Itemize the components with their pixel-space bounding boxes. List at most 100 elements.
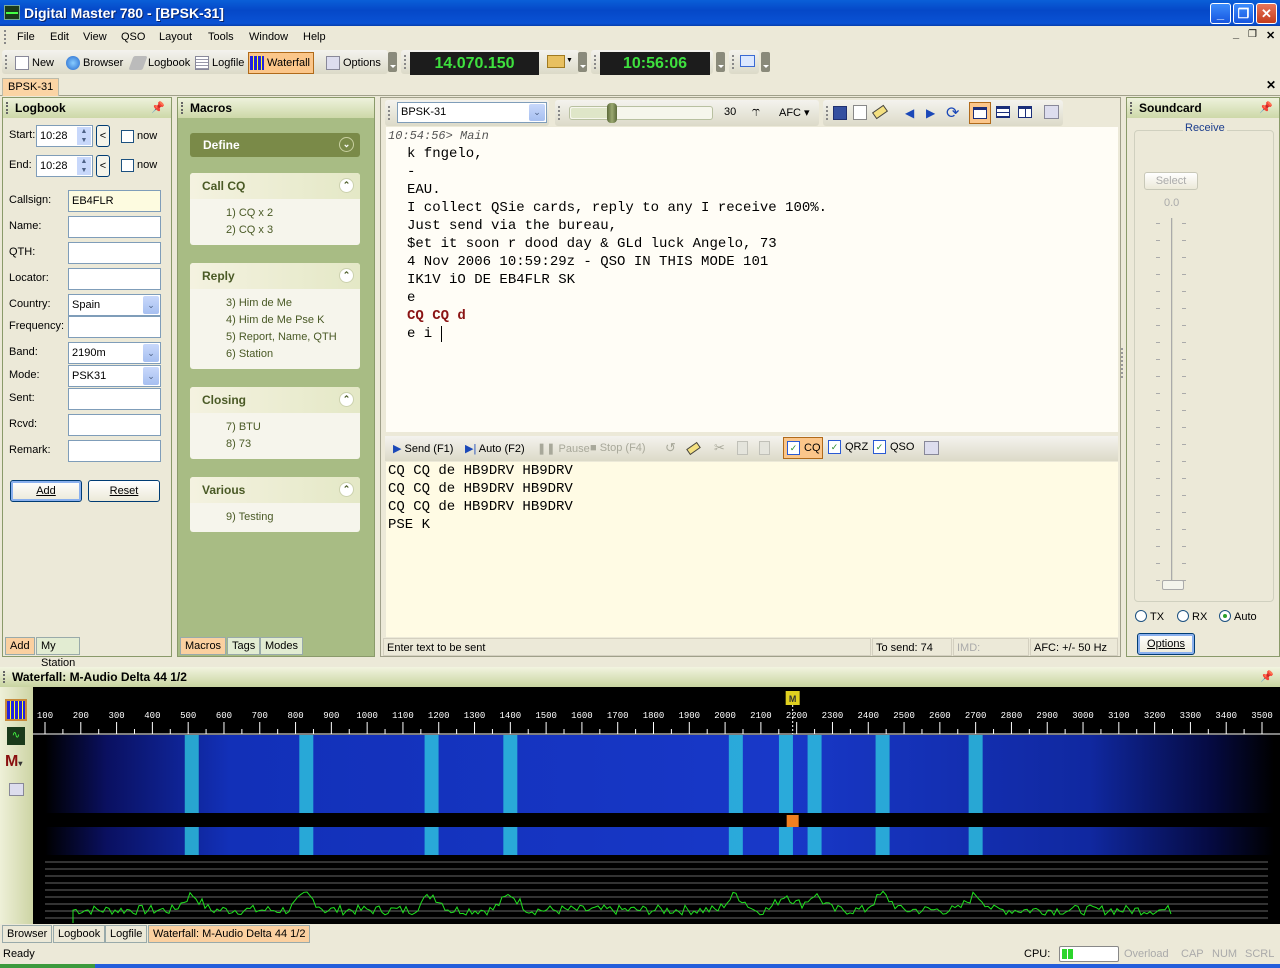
tab-add[interactable]: Add — [5, 637, 35, 655]
locator-field[interactable] — [68, 268, 161, 290]
start-set-button[interactable]: < — [96, 125, 110, 147]
squelch-thumb[interactable] — [607, 103, 617, 123]
browser-button[interactable]: Browser — [65, 54, 123, 72]
close-tab-icon[interactable]: ✕ — [1266, 78, 1276, 92]
toolbar-grip[interactable] — [732, 55, 735, 69]
save-icon[interactable] — [833, 106, 847, 120]
panel-grip[interactable] — [6, 102, 8, 114]
macro-item[interactable]: 9) Testing — [190, 509, 360, 526]
spectrum-view-icon[interactable]: ∿ — [7, 727, 25, 745]
restore-button[interactable]: ❐ — [1233, 3, 1254, 24]
panel-grip[interactable] — [181, 102, 183, 114]
next-icon[interactable]: ▶ — [926, 106, 935, 120]
band-select[interactable]: 2190m ⌄ — [68, 342, 161, 364]
marker-dropdown-icon[interactable]: M▾ — [5, 753, 22, 771]
collapse-icon[interactable]: ⌃ — [339, 268, 354, 283]
toolbar-overflow-button[interactable] — [388, 52, 397, 72]
menu-tools[interactable]: Tools — [208, 31, 234, 43]
expand-icon[interactable]: ⌄ — [339, 137, 354, 152]
refresh-icon[interactable]: ⟳ — [946, 103, 959, 123]
end-set-button[interactable]: < — [96, 155, 110, 177]
start-button[interactable] — [0, 964, 95, 968]
options-button[interactable]: Options — [325, 54, 381, 72]
level-slider-thumb[interactable] — [1162, 580, 1184, 590]
mdi-restore-button[interactable]: ❐ — [1248, 29, 1257, 40]
radio-auto[interactable]: Auto — [1219, 610, 1257, 623]
toolbar-overflow-button[interactable] — [578, 52, 587, 72]
logfile-button[interactable]: Logfile — [194, 54, 244, 72]
reset-button[interactable]: Reset — [88, 480, 160, 502]
waterfall-button[interactable]: Waterfall — [248, 52, 314, 74]
select-device-button[interactable]: Select — [1144, 172, 1198, 190]
copy-icon[interactable] — [737, 441, 748, 455]
spin-arrows-icon[interactable]: ▲ ▼ — [77, 157, 91, 175]
chevron-down-icon[interactable]: ⌄ — [529, 104, 545, 121]
radio-tx[interactable]: TX — [1135, 610, 1164, 623]
clear-icon[interactable] — [686, 441, 701, 456]
tuning-fork-icon[interactable]: ⥾ — [752, 103, 760, 120]
spin-arrows-icon[interactable]: ▲ ▼ — [77, 127, 91, 145]
layout-split-h-icon[interactable] — [996, 106, 1010, 118]
toolbar-grip[interactable] — [5, 55, 8, 69]
cut-icon[interactable]: ✂ — [714, 440, 725, 456]
panel-grip[interactable] — [1130, 102, 1132, 114]
start-now-checkbox[interactable] — [121, 130, 134, 143]
squelch-slider[interactable] — [569, 103, 713, 123]
chevron-down-icon[interactable]: ▼ — [566, 57, 573, 64]
macro-group-header[interactable]: Closing ⌃ — [190, 387, 360, 413]
paste-icon[interactable] — [759, 441, 770, 455]
auto-button[interactable]: ▶| Auto (F2) — [465, 442, 525, 455]
name-field[interactable] — [68, 216, 161, 238]
cq-macro-button[interactable]: ✓ CQ — [783, 437, 823, 459]
toolbar-grip[interactable] — [826, 106, 829, 120]
receive-text-area[interactable]: 10:54:56> Main k fngelo, - EAU. I collect Q… — [386, 127, 1118, 432]
menu-file[interactable]: File — [17, 31, 35, 43]
splitter-handle[interactable] — [1121, 348, 1124, 378]
afc-dropdown[interactable]: AFC ▾ — [779, 106, 810, 119]
mode-select[interactable]: BPSK-31 ⌄ — [397, 102, 547, 123]
callsign-field[interactable]: EB4FLR — [68, 190, 161, 212]
add-button[interactable]: Add — [10, 480, 82, 502]
send-button[interactable]: ▶ Send (F1) — [393, 442, 453, 455]
toolbar-overflow-button[interactable] — [761, 52, 770, 72]
menu-edit[interactable]: Edit — [50, 31, 69, 43]
menu-layout[interactable]: Layout — [159, 31, 192, 43]
transmit-text-area[interactable]: CQ CQ de HB9DRV HB9DRV CQ CQ de HB9DRV HB… — [386, 462, 1118, 637]
menu-view[interactable]: View — [83, 31, 107, 43]
toolbar-grip[interactable] — [558, 106, 561, 120]
new-button[interactable]: New — [14, 54, 54, 72]
pin-icon[interactable]: 📌 — [1259, 98, 1273, 118]
tab-modes[interactable]: Modes — [260, 637, 304, 655]
menu-grip[interactable] — [4, 30, 7, 44]
rcvd-field[interactable] — [68, 414, 161, 436]
chevron-down-icon[interactable]: ⌄ — [143, 296, 159, 314]
soundcard-options-button[interactable]: Options — [1137, 633, 1195, 655]
toolbar-grip[interactable] — [404, 55, 407, 69]
macro-item[interactable]: 1) CQ x 2 — [190, 205, 360, 222]
layout-single-button[interactable] — [969, 102, 991, 124]
macro-item[interactable]: 5) Report, Name, QTH — [190, 329, 360, 346]
tab-my-station[interactable]: My Station — [36, 637, 81, 669]
macro-group-header[interactable]: Various ⌃ — [190, 477, 360, 503]
print-preview-icon[interactable] — [853, 105, 867, 120]
radio-rx[interactable]: RX — [1177, 610, 1207, 623]
frequency-display[interactable]: 14.070.150 — [410, 52, 539, 75]
chevron-down-icon[interactable]: ⌄ — [143, 344, 159, 362]
waterfall-view-icon[interactable] — [5, 699, 27, 721]
previous-icon[interactable]: ◀ — [905, 106, 914, 120]
minimize-button[interactable]: _ — [1210, 3, 1231, 24]
frequency-field[interactable] — [68, 316, 161, 338]
collapse-icon[interactable]: ⌃ — [339, 178, 354, 193]
toolbar-grip[interactable] — [594, 55, 597, 69]
stop-button[interactable]: ■ Stop (F4) — [590, 442, 646, 454]
folder-open-icon[interactable] — [547, 55, 565, 68]
panel-grip[interactable] — [3, 671, 5, 683]
macro-item[interactable]: 8) 73 — [190, 436, 360, 453]
tab-waterfall[interactable]: Waterfall: M-Audio Delta 44 1/2 — [148, 925, 311, 943]
collapse-icon[interactable]: ⌃ — [339, 482, 354, 497]
mdi-close-button[interactable]: ✕ — [1266, 29, 1275, 42]
toolbar-grip[interactable] — [388, 106, 391, 120]
tab-macros[interactable]: Macros — [180, 637, 227, 655]
toolbar-overflow-button[interactable] — [716, 52, 725, 72]
mdi-minimize-button[interactable]: _ — [1233, 28, 1239, 40]
